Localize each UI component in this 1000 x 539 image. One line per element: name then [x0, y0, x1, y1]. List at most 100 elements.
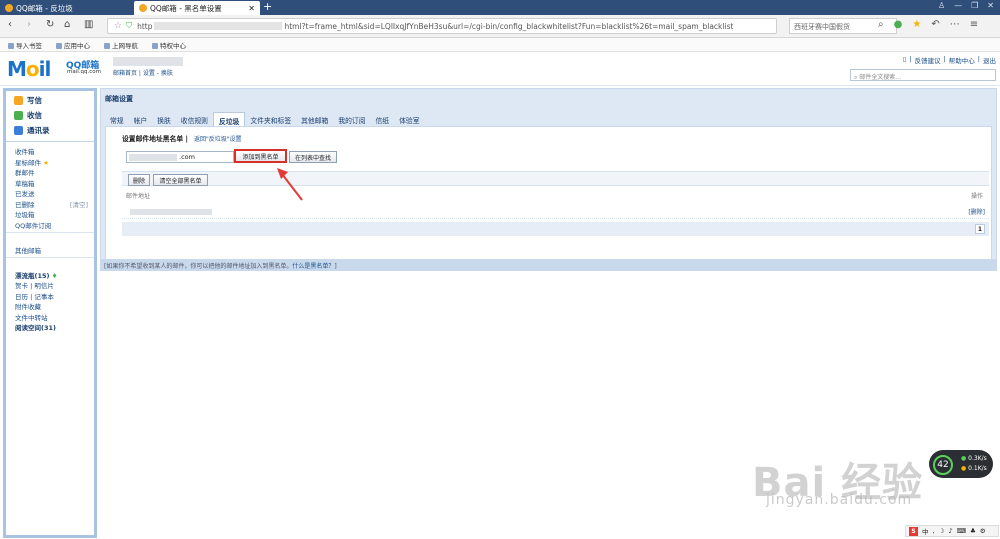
blacklist-address-input[interactable]: .com — [126, 151, 234, 163]
undo-icon[interactable]: ↶ — [931, 19, 939, 30]
folder-spam[interactable]: 垃圾箱 — [15, 209, 94, 220]
phone-icon[interactable]: ▯ — [903, 55, 907, 65]
upload-speed: ● 0.3K/s — [961, 455, 987, 462]
clear-trash-link[interactable]: [清空] — [70, 199, 88, 209]
menu-icon[interactable]: ≡ — [970, 19, 978, 30]
back-icon[interactable]: ‹ — [8, 19, 12, 30]
panel-title: 设置邮件地址黑名单 | — [122, 135, 189, 143]
logout-link[interactable]: 退出 — [983, 55, 996, 65]
folder-list: 收件箱 星标邮件 ★ 群邮件 草稿箱 已发送 已删除 [清空] 垃圾箱 QQ邮件订… — [6, 141, 94, 333]
folder-deleted[interactable]: 已删除 [清空] — [15, 199, 94, 210]
skin-link[interactable]: 换肤 — [161, 70, 173, 77]
window-controls: ♙ — ❐ ✕ — [938, 1, 994, 10]
bottle-icon: ♦ — [51, 271, 58, 280]
bookmark-import[interactable]: 导入书签 — [8, 40, 42, 50]
mic-icon[interactable]: ♪ — [948, 527, 952, 535]
list-action-bar: 删除 清空全部黑名单 — [122, 171, 989, 186]
back-to-antispam-link[interactable]: 返回"反垃圾"设置 — [194, 134, 242, 143]
qq-mail-logo[interactable]: Moil — [7, 57, 51, 81]
feedback-link[interactable]: 反馈建议 — [915, 55, 941, 65]
file-transfer-link[interactable]: 文件中转站 — [15, 312, 94, 323]
contacts-button[interactable]: 通讯录 — [14, 123, 94, 138]
annotation-arrow — [277, 168, 303, 201]
postcards-link[interactable]: 明信片 — [34, 282, 54, 290]
receive-button[interactable]: 收信 — [14, 108, 94, 123]
page-number[interactable]: 1 — [975, 224, 985, 234]
folder-subscriptions[interactable]: QQ邮件订阅 — [15, 220, 94, 231]
help-link[interactable]: 帮助中心 — [949, 55, 975, 65]
extension-icon[interactable]: ● — [894, 19, 903, 30]
network-speed-widget[interactable]: 42 ● 0.3K/s ● 0.1K/s — [929, 450, 993, 478]
row-delete-link[interactable]: [删除] — [968, 207, 985, 216]
bookmark-privilege[interactable]: 特权中心 — [152, 40, 186, 50]
settings-link[interactable]: 设置 — [143, 70, 155, 77]
minimize-icon[interactable]: — — [954, 1, 962, 10]
compose-button[interactable]: 写信 — [14, 93, 94, 108]
attachments-link[interactable]: 附件收藏 — [15, 301, 94, 312]
app-icon — [56, 42, 62, 49]
column-header-address: 邮件地址 — [126, 193, 151, 200]
toolbar-icons: ⌕ ● ★ ↶ ⋯ ≡ — [878, 19, 978, 30]
folder-drafts[interactable]: 草稿箱 — [15, 178, 94, 189]
mail-home-link[interactable]: 邮箱首页 — [113, 70, 137, 77]
tab-title: QQ邮箱 - 反垃圾 — [16, 3, 73, 13]
home-icon[interactable]: ⌂ — [64, 19, 70, 30]
cards-link[interactable]: 贺卡 — [15, 282, 28, 290]
blacklist-panel: 设置邮件地址黑名单 | 返回"反垃圾"设置 .com 添加到黑名单 在列表中查找… — [105, 126, 992, 267]
reading-space-link[interactable]: 阅读空间(31) — [15, 322, 94, 333]
url-suffix: html?t=frame_html&sid=LQlIxqJfYnBeH3su&u… — [284, 21, 734, 31]
more-icon[interactable]: ⋯ — [950, 19, 960, 30]
skin-icon[interactable]: ♣ — [970, 527, 976, 535]
favorites-icon[interactable]: ★ — [912, 19, 921, 30]
logo-domain: mail.qq.com — [67, 69, 102, 75]
other-mailboxes-link[interactable]: 其他邮箱 — [15, 245, 94, 256]
reload-icon[interactable]: ↻ — [46, 19, 54, 30]
qq-mail-favicon — [139, 4, 147, 12]
moon-icon[interactable]: ☽ — [939, 527, 945, 535]
folder-sent[interactable]: 已发送 — [15, 188, 94, 199]
pencil-icon — [14, 96, 23, 105]
bookmark-nav[interactable]: 上网导航 — [104, 40, 138, 50]
bookmark-apps[interactable]: 应用中心 — [56, 40, 90, 50]
address-redacted — [129, 153, 177, 161]
forward-icon[interactable]: › — [27, 19, 31, 30]
new-tab-button[interactable]: + — [263, 0, 272, 13]
browser-tab-spam[interactable]: QQ邮箱 - 反垃圾 — [0, 1, 133, 15]
browser-tab-blacklist[interactable]: QQ邮箱 - 黑名单设置 ✕ — [134, 1, 260, 15]
settings-main: 邮箱设置 常规 帐户 换肤 收信规则 反垃圾 文件夹和标签 其他邮箱 我的订阅 … — [100, 88, 997, 270]
folder-inbox[interactable]: 收件箱 — [15, 146, 94, 157]
table-row: [删除] — [122, 204, 989, 219]
account-name-redacted — [113, 57, 183, 66]
speed-value: 42 — [933, 455, 953, 475]
browser-nav-bar: ‹ › ↻ ⌂ ▥ ☆ ⛉ http html?t=frame_html&sid… — [0, 15, 1000, 38]
ime-toolbar[interactable]: S 中 , ☽ ♪ ⌨ ♣ ⚙ — [905, 525, 999, 537]
bookmark-star-icon[interactable]: ☆ — [114, 21, 122, 31]
tools-icon[interactable]: ⚙ — [980, 527, 986, 535]
reader-icon[interactable]: ▥ — [84, 19, 93, 30]
what-is-blacklist-link[interactable]: 什么是黑名单？ — [292, 263, 334, 270]
delete-button[interactable]: 删除 — [128, 174, 150, 186]
punct-icon[interactable]: , — [933, 527, 935, 535]
drift-bottle-link[interactable]: 漂流瓶(15) ♦ — [15, 270, 94, 281]
keyboard-icon[interactable]: ⌨ — [957, 527, 966, 535]
mail-search-input[interactable]: ⌕ 邮件全文搜索... — [850, 69, 996, 81]
address-bar[interactable]: ☆ ⛉ http html?t=frame_html&sid=LQlIxqJfY… — [107, 18, 777, 34]
add-to-blacklist-button[interactable]: 添加到黑名单 — [234, 149, 287, 163]
folder-group[interactable]: 群邮件 — [15, 167, 94, 178]
ime-mode[interactable]: 中 — [922, 526, 929, 536]
clear-blacklist-button[interactable]: 清空全部黑名单 — [153, 174, 208, 186]
left-nav: 写信 收信 通讯录 收件箱 星标邮件 ★ 群邮件 草稿箱 已发送 已删除 [清空]… — [3, 88, 97, 538]
user-icon[interactable]: ♙ — [938, 1, 945, 10]
notebook-link[interactable]: 记事本 — [34, 293, 54, 301]
folder-starred[interactable]: 星标邮件 ★ — [15, 157, 94, 168]
close-tab-icon[interactable]: ✕ — [248, 4, 255, 13]
calendar-link[interactable]: 日历 — [15, 293, 28, 301]
security-shield-icon: ⛉ — [126, 21, 133, 30]
browser-search-text: 西班牙赛中国假货 — [794, 23, 850, 31]
close-window-icon[interactable]: ✕ — [987, 1, 994, 10]
privilege-icon — [152, 42, 158, 49]
blacklist-tip: [如果你不希望收到某人的邮件，你可以把他的邮件地址加入到黑名单。什么是黑名单？] — [100, 259, 997, 271]
restore-icon[interactable]: ❐ — [971, 1, 978, 10]
find-in-list-button[interactable]: 在列表中查找 — [289, 151, 337, 163]
search-icon[interactable]: ⌕ — [878, 19, 884, 30]
